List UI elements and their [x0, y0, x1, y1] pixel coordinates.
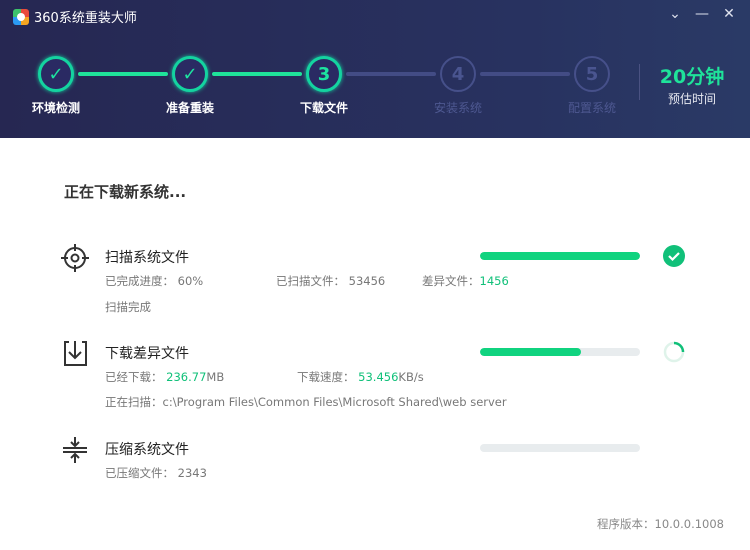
close-icon[interactable]: ✕ [719, 6, 739, 22]
header: 360系统重装大师 ⌄ — ✕ ✓ ✓ 3 4 5 环境检测 准备重装 下载文件… [0, 0, 750, 138]
page-title: 正在下载新系统... [64, 183, 187, 201]
diff-info: 差异文件：1456 [422, 274, 509, 288]
step-2-check-icon: ✓ [172, 56, 208, 92]
progress-info: 已完成进度： 60% [105, 274, 204, 288]
progress-bar [480, 252, 640, 260]
step-connector [480, 72, 570, 76]
step-5-circle: 5 [574, 56, 610, 92]
app-logo-icon [13, 8, 29, 25]
step-connector [346, 72, 436, 76]
progress-bar [480, 348, 640, 356]
chevron-down-icon[interactable]: ⌄ [665, 6, 685, 22]
task-name: 下载差异文件 [105, 346, 189, 362]
step-3-circle: 3 [306, 56, 342, 92]
step-1-check-icon: ✓ [38, 56, 74, 92]
step-label: 下载文件 [299, 101, 348, 115]
step-4-circle: 4 [440, 56, 476, 92]
estimate-label: 预估时间 [667, 92, 716, 106]
minimize-icon[interactable]: — [692, 6, 712, 22]
divider [639, 64, 640, 100]
step-connector [212, 72, 302, 76]
check-circle-icon [663, 245, 685, 267]
progress-bar [480, 444, 640, 452]
app-title: 360系统重装大师 [34, 11, 137, 26]
progress-fill [480, 252, 640, 260]
step-label: 安装系统 [433, 101, 482, 115]
version-label: 程序版本：10.0.0.1008 [597, 517, 724, 531]
target-icon [61, 244, 89, 272]
compressed-info: 已压缩文件： 2343 [105, 466, 207, 480]
speed-info: 下载速度： 53.456KB/s [297, 370, 424, 384]
step-connector [78, 72, 168, 76]
task-name: 扫描系统文件 [105, 250, 189, 266]
download-icon [64, 341, 87, 366]
step-label: 环境检测 [31, 101, 80, 115]
downloaded-info: 已经下载： 236.77MB [105, 370, 225, 384]
loading-spinner-icon [663, 341, 685, 363]
step-label: 配置系统 [567, 101, 616, 115]
status-text: 扫描完成 [105, 300, 151, 314]
app-title-bar: 360系统重装大师 [13, 7, 137, 26]
scanned-info: 已扫描文件： 53456 [276, 274, 386, 288]
step-label: 准备重装 [165, 101, 214, 115]
task-name: 压缩系统文件 [105, 442, 189, 458]
estimate-time: 20分钟 [659, 66, 725, 88]
compress-icon [63, 437, 87, 463]
scanning-path: 正在扫描：c:\Program Files\Common Files\Micro… [105, 395, 507, 409]
progress-fill [480, 348, 581, 356]
